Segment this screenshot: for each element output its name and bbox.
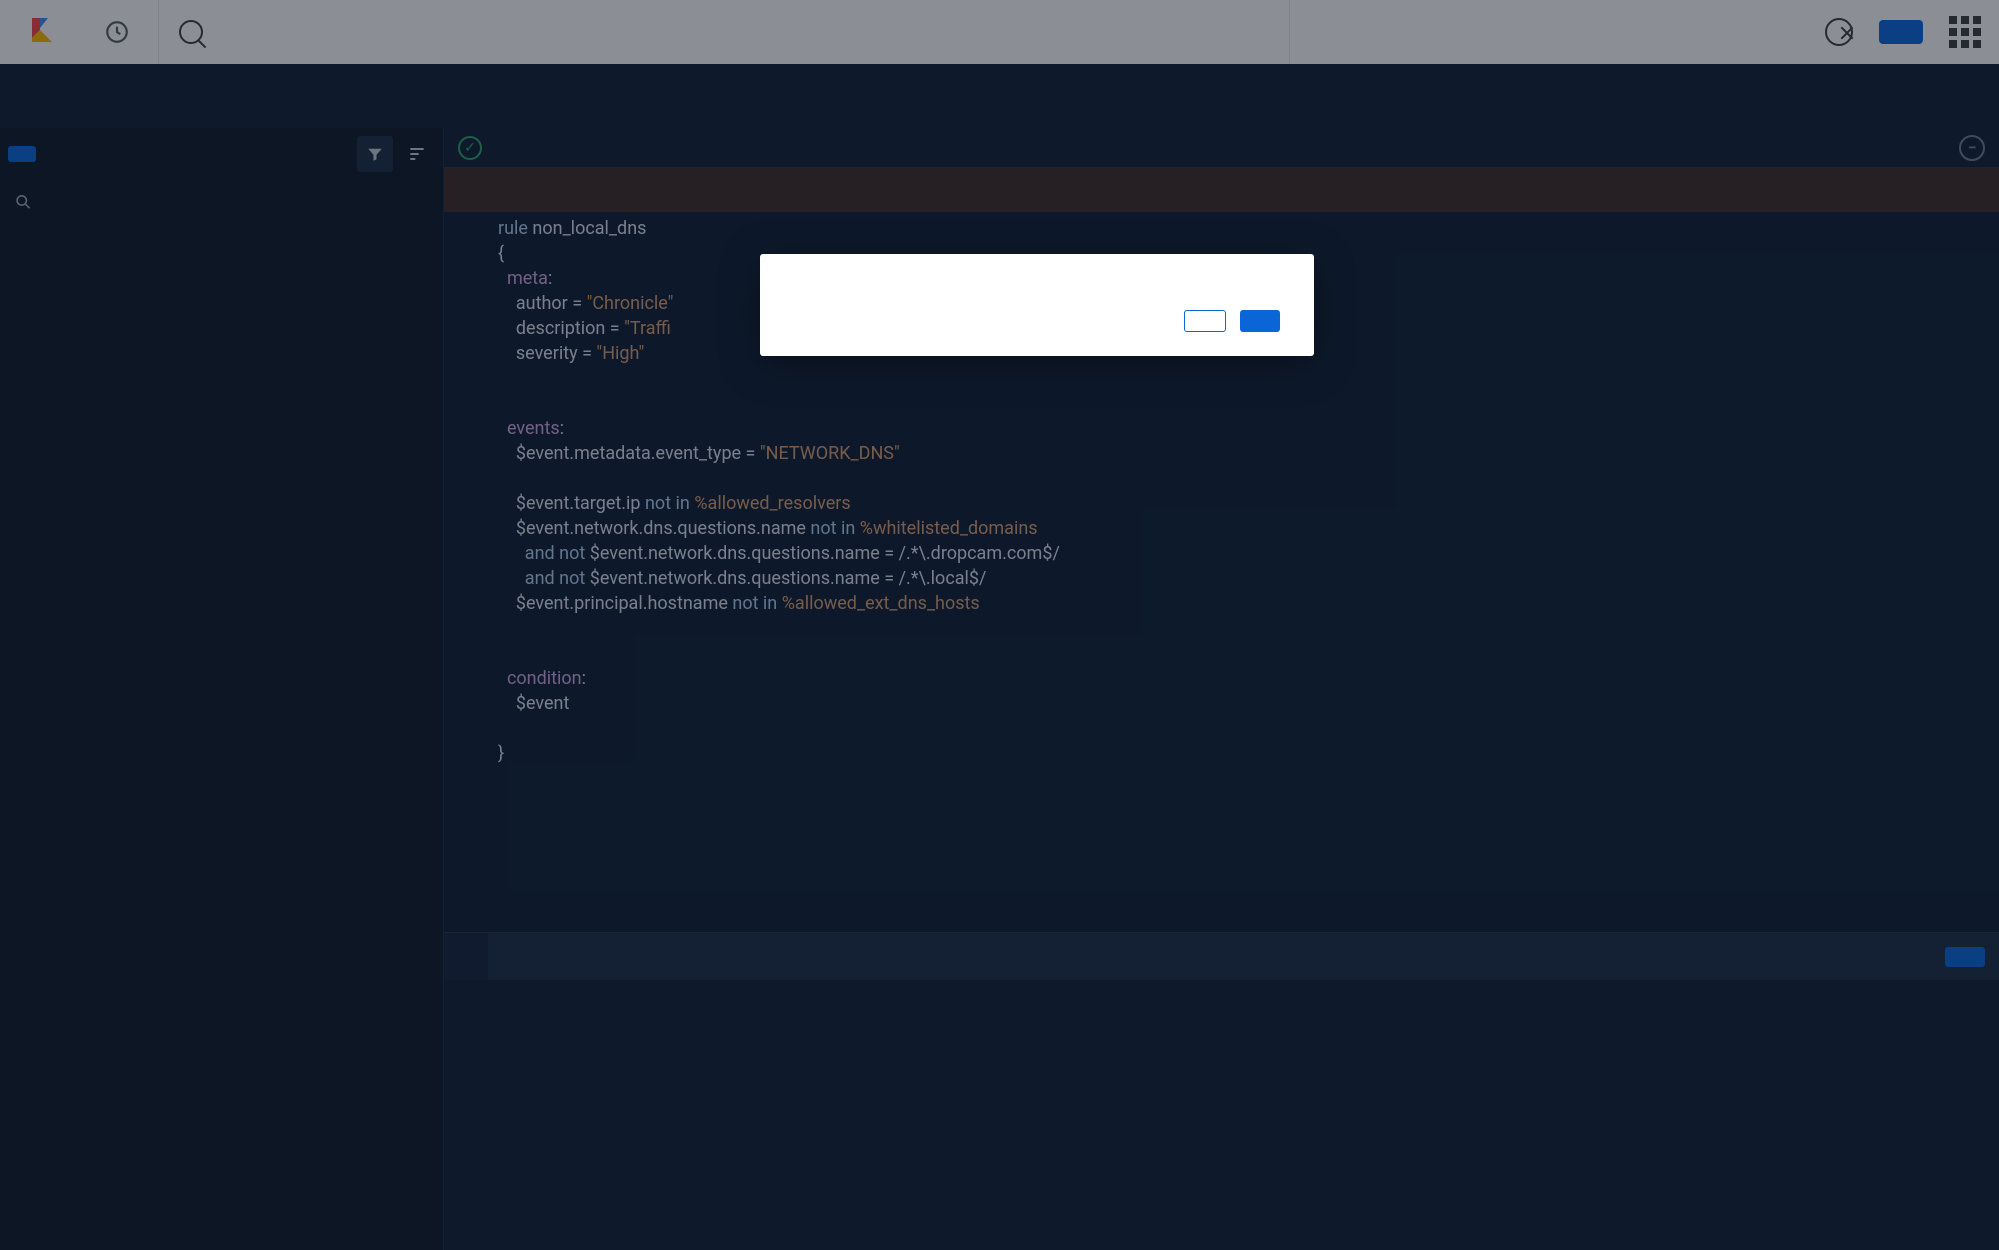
confirm-archive-modal: [760, 254, 1314, 356]
modal-overlay[interactable]: [0, 0, 1999, 1250]
cancel-button[interactable]: [1184, 310, 1226, 332]
archive-button[interactable]: [1240, 310, 1280, 332]
